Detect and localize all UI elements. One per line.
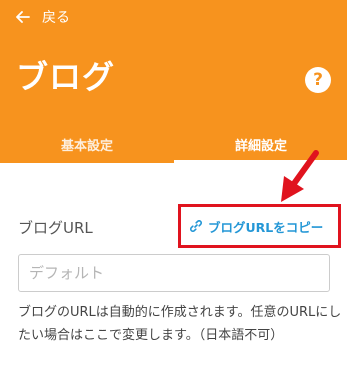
copy-blog-url-label: ブログURLをコピー [208, 219, 324, 235]
blog-url-input[interactable] [18, 254, 330, 292]
blog-url-label: ブログURL [18, 219, 93, 237]
link-icon [190, 220, 202, 232]
tab-advanced-settings[interactable]: 詳細設定 [174, 125, 347, 163]
copy-blog-url-button[interactable]: ブログURLをコピー [178, 204, 341, 248]
header-bar: 戻る ブログ ? 基本設定 詳細設定 [0, 0, 347, 164]
active-tab-indicator [174, 160, 347, 164]
page-title: ブログ [16, 58, 116, 96]
back-label: 戻る [42, 10, 70, 26]
back-button[interactable]: 戻る [16, 7, 70, 27]
blog-url-help-text: ブログのURLは自動的に作成されます。任意のURLにしたい場合はここで変更します… [18, 305, 342, 343]
back-arrow-icon [16, 11, 30, 23]
tab-basic-settings[interactable]: 基本設定 [0, 125, 174, 163]
help-icon[interactable]: ? [305, 67, 331, 93]
